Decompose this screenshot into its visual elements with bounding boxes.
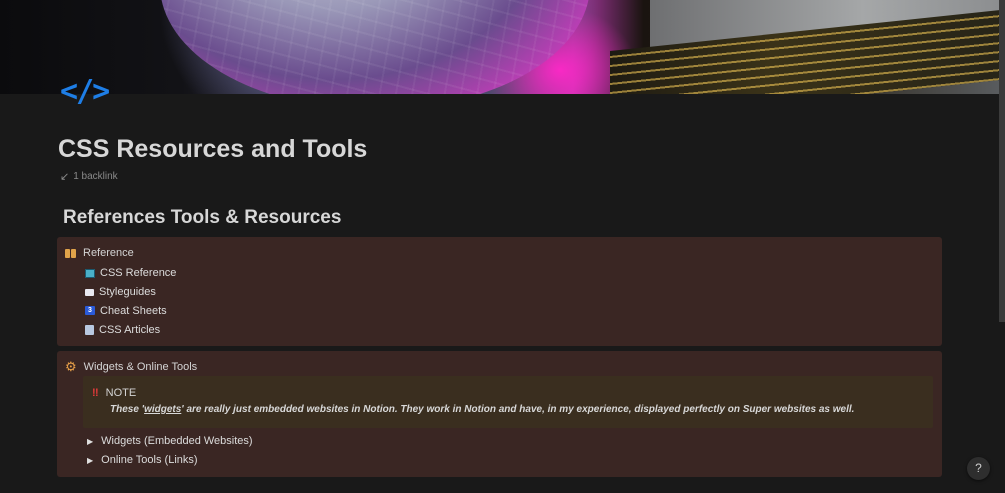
note-callout: ‼ NOTE These 'widgets' are really just e… <box>83 376 933 428</box>
toggle-label: Widgets (Embedded Websites) <box>101 435 253 447</box>
note-text-start: These ' <box>110 404 145 415</box>
reference-callout-header: Reference <box>65 247 134 259</box>
double-exclamation-icon: ‼ <box>92 387 99 399</box>
backlink-label: 1 backlink <box>73 171 118 182</box>
list-item-label: CSS Articles <box>99 323 161 336</box>
css3-icon: 3 <box>85 306 95 316</box>
toggle-triangle-icon[interactable]: ▶ <box>87 456 93 465</box>
document-icon <box>85 324 94 335</box>
note-text-end: ' are really just embedded websites in N… <box>181 404 855 415</box>
list-item-label: CSS Reference <box>100 267 177 280</box>
backlink-link[interactable]: ↙ 1 backlink <box>60 170 118 183</box>
page-title[interactable]: CSS Resources and Tools <box>58 135 367 164</box>
widgets-callout: ⚙ Widgets & Online Tools ‼ NOTE These 'w… <box>57 351 942 477</box>
help-button[interactable]: ? <box>967 457 990 480</box>
list-item-label: Cheat Sheets <box>100 304 167 317</box>
code-icon[interactable]: </> <box>60 74 110 110</box>
book-icon <box>85 288 94 296</box>
reference-link-styleguides[interactable]: Styleguides <box>85 283 176 302</box>
open-book-icon <box>65 248 76 258</box>
note-text: These 'widgets' are really just embedded… <box>110 404 854 415</box>
list-item-label: Styleguides <box>99 286 156 299</box>
css-badge-icon <box>85 268 95 278</box>
toggle-triangle-icon[interactable]: ▶ <box>87 437 93 446</box>
reference-callout-title: Reference <box>83 247 134 259</box>
cover-sphere <box>160 0 590 94</box>
reference-callout: Reference CSS Reference Styleguides 3 Ch… <box>57 237 942 346</box>
note-header: ‼ NOTE <box>92 387 136 399</box>
backlink-arrow-icon: ↙ <box>60 171 70 183</box>
notion-page: </> CSS Resources and Tools ↙ 1 backlink… <box>0 0 1005 493</box>
reference-list: CSS Reference Styleguides 3 Cheat Sheets… <box>85 264 176 339</box>
scrollbar-thumb[interactable] <box>999 0 1005 322</box>
reference-link-css-reference[interactable]: CSS Reference <box>85 264 176 283</box>
section-heading: References Tools & Resources <box>63 207 342 228</box>
note-label: NOTE <box>105 387 137 399</box>
widgets-callout-title: Widgets & Online Tools <box>83 360 198 373</box>
toggle-widgets-embedded[interactable]: ▶ Widgets (Embedded Websites) <box>87 435 253 447</box>
reference-link-css-articles[interactable]: CSS Articles <box>85 320 176 339</box>
toggle-online-tools[interactable]: ▶ Online Tools (Links) <box>87 454 198 466</box>
reference-link-cheat-sheets[interactable]: 3 Cheat Sheets <box>85 302 176 321</box>
widgets-link[interactable]: widgets <box>144 404 181 415</box>
cover-image <box>0 0 1005 94</box>
toggle-label: Online Tools (Links) <box>101 454 198 466</box>
gear-icon: ⚙ <box>65 359 77 374</box>
widgets-callout-header: ⚙ Widgets & Online Tools <box>65 360 197 373</box>
